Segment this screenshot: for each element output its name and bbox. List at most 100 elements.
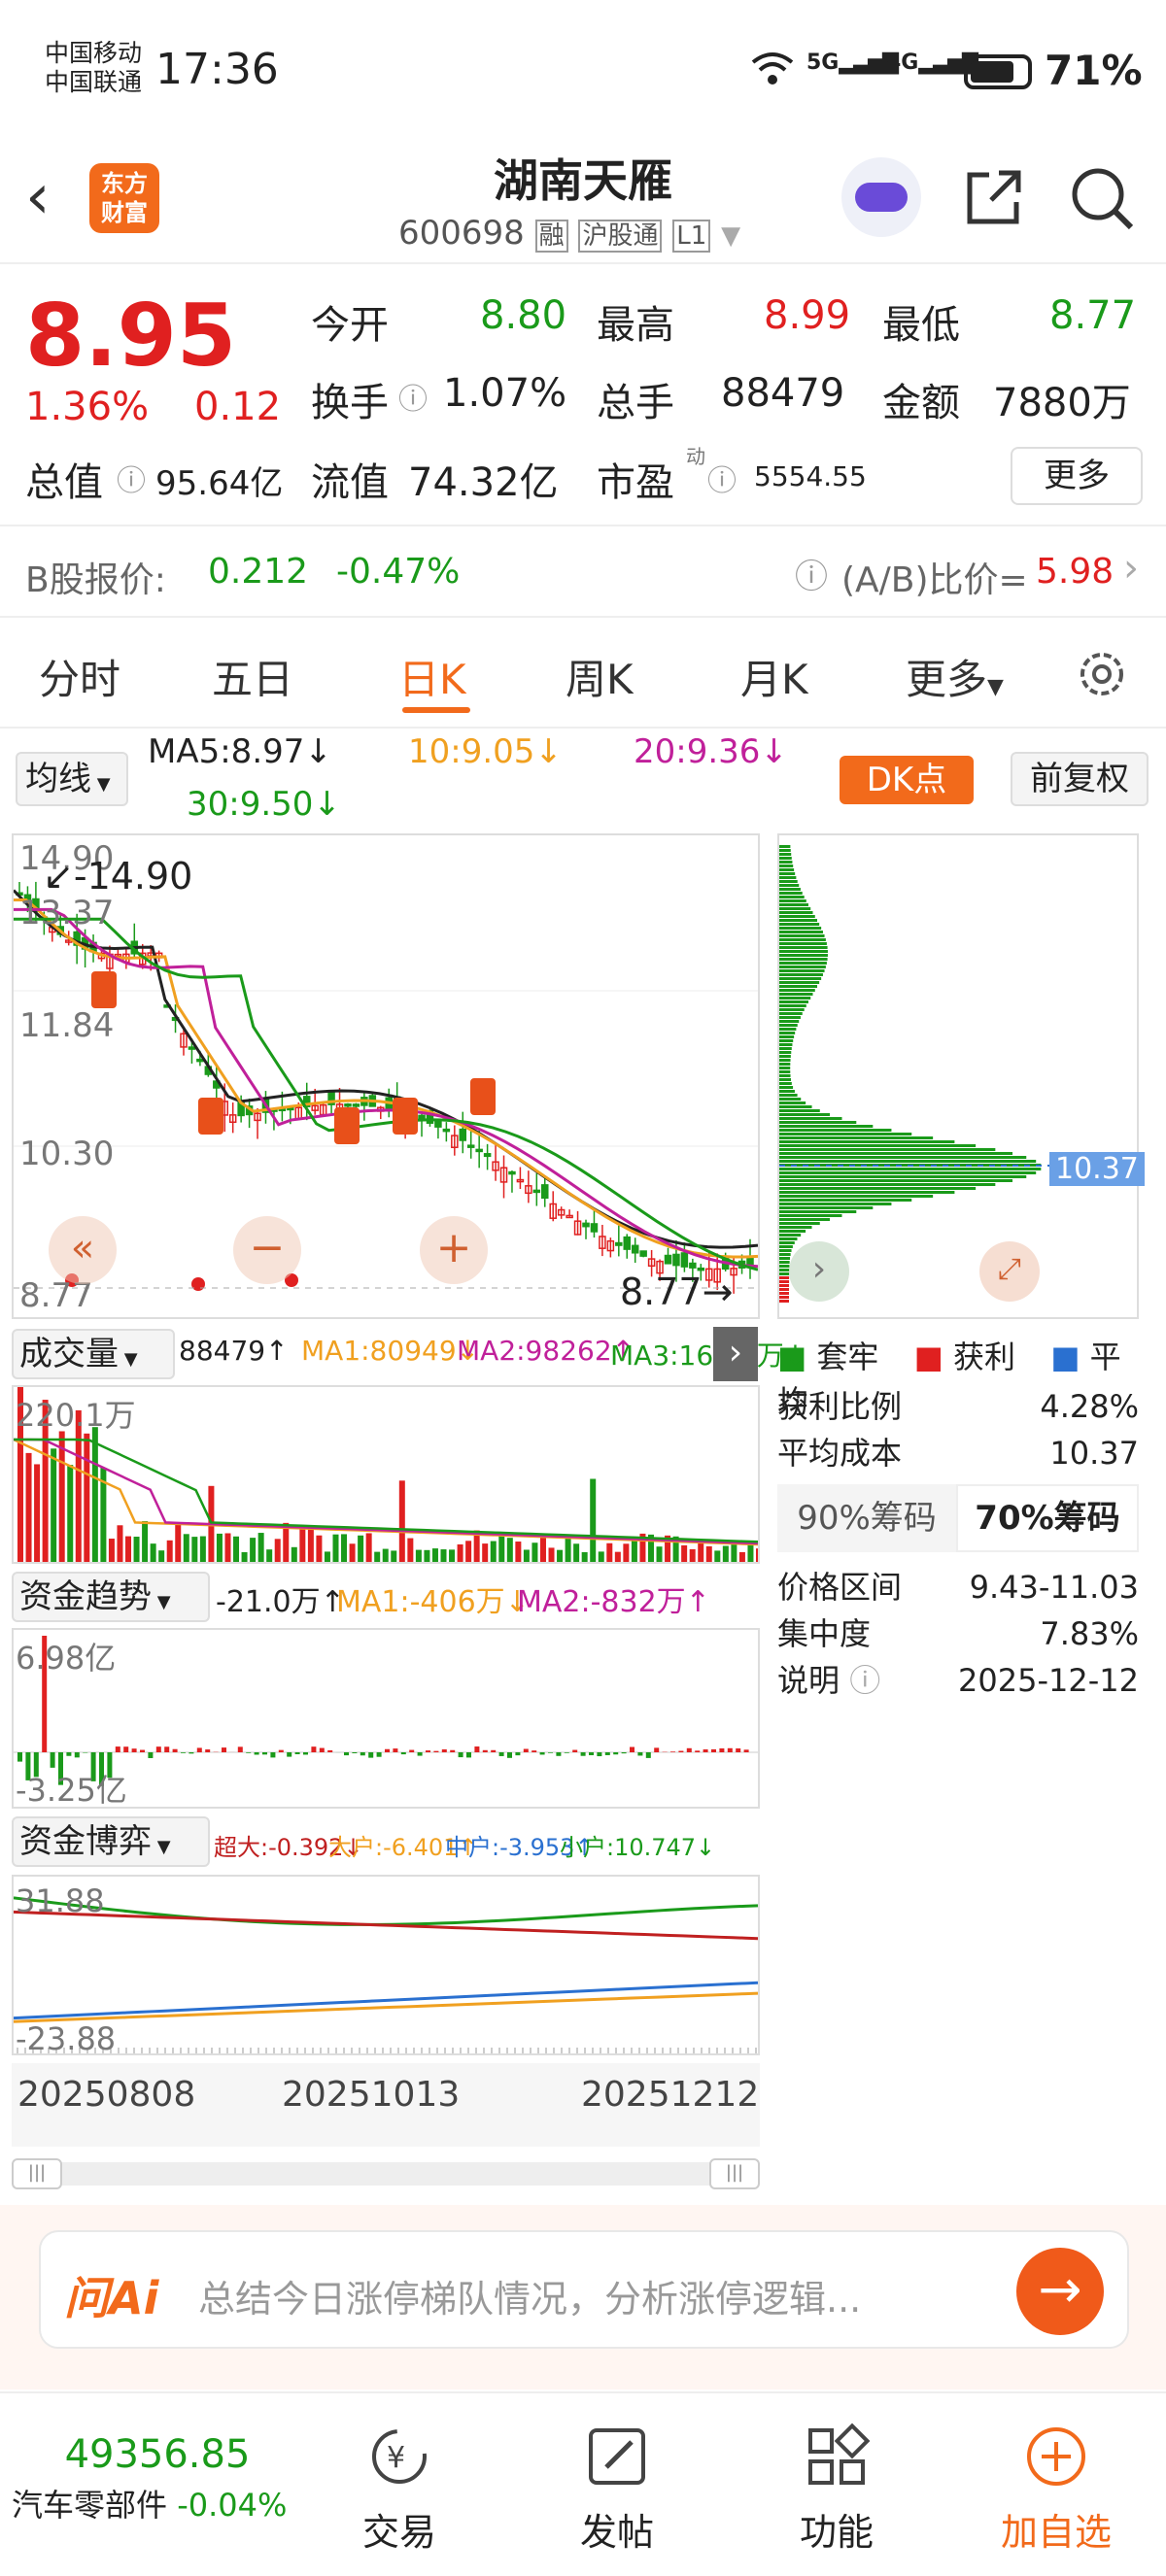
volume-bar xyxy=(91,1427,98,1562)
tab-more[interactable]: 更多▼ xyxy=(906,647,1004,706)
fund-bar xyxy=(548,1752,553,1753)
zoom-out-icon[interactable]: − xyxy=(233,1216,301,1284)
rewind-icon[interactable]: « xyxy=(49,1216,117,1284)
function-button[interactable]: 功能 xyxy=(764,2393,909,2556)
volume-chart[interactable]: 220.1万 xyxy=(12,1354,762,1564)
post-button[interactable]: 发帖 xyxy=(544,2393,690,2556)
zoom-in-icon[interactable]: + xyxy=(420,1216,488,1284)
candle-body xyxy=(615,1241,623,1246)
stock-code-row[interactable]: 600698 融 沪股通 L1 ▼ xyxy=(398,214,740,253)
tab-monthly-k[interactable]: 月K xyxy=(740,647,808,706)
volume-bar xyxy=(374,1551,381,1562)
fund-bar xyxy=(637,1752,643,1756)
fund-bar xyxy=(409,1749,415,1752)
chip-bar xyxy=(779,934,825,937)
open-value: 8.80 xyxy=(480,293,567,338)
volume-bar xyxy=(125,1536,132,1562)
avg-cost-tag: 10.37 xyxy=(1049,1152,1145,1186)
info-icon[interactable]: ⓘ xyxy=(398,375,428,418)
tab-minute[interactable]: 分时 xyxy=(39,647,120,706)
tab-chip-90[interactable]: 90%筹码 xyxy=(777,1484,956,1552)
volume-bar xyxy=(67,1465,74,1562)
chip-distribution[interactable]: 10.37 › ⤢ xyxy=(777,833,1145,1319)
fund-trend-chart[interactable]: 6.98亿 -3.25亿 xyxy=(12,1628,760,1809)
chip-bar xyxy=(779,1144,977,1147)
tab-daily-k[interactable]: 日K xyxy=(398,647,466,706)
fund-bar xyxy=(327,1749,333,1752)
fund-game-chart[interactable]: 31.88 -23.88 xyxy=(12,1875,760,2057)
share-icon[interactable] xyxy=(960,163,1028,235)
chip-bar xyxy=(779,1179,1013,1182)
volume-ma2: MA2:98262↑ xyxy=(457,1335,635,1367)
fund-trend-select[interactable]: 资金趋势 ▼ xyxy=(12,1572,210,1622)
fund-bar xyxy=(743,1749,749,1752)
moving-average-line xyxy=(14,898,759,1259)
range-handle-left[interactable]: ||| xyxy=(12,2158,62,2189)
kline-y3: 10.30 xyxy=(19,1135,115,1173)
chip-bar xyxy=(779,1051,792,1054)
dk-point-button[interactable]: DK点 xyxy=(840,756,974,804)
sector-index[interactable]: 49356.85 汽车零部件 -0.04% xyxy=(12,2432,303,2525)
more-button[interactable]: 更多 xyxy=(1011,447,1143,505)
volume-ma3: MA3:16.65万↓ xyxy=(610,1339,807,1372)
chip-bar xyxy=(779,946,828,949)
fund-bar xyxy=(319,1747,325,1752)
fund-trend-ma1: MA1:-406万↓ xyxy=(336,1585,530,1619)
chip-bar xyxy=(779,1148,996,1151)
volume-bar xyxy=(581,1551,588,1562)
volume-bar xyxy=(722,1545,729,1562)
date-start: 20250808 xyxy=(17,2075,196,2115)
turnover-value: 1.07% xyxy=(443,371,567,416)
assistant-avatar[interactable] xyxy=(841,157,921,237)
add-watchlist-button[interactable]: 加自选 xyxy=(983,2393,1129,2556)
fund-bar xyxy=(164,1746,170,1752)
volume-bar xyxy=(440,1549,447,1562)
adjust-select[interactable]: 前复权 xyxy=(1011,752,1149,806)
expand-icon[interactable]: ⤢ xyxy=(979,1241,1040,1302)
chip-bar xyxy=(779,1140,955,1143)
help-icon[interactable]: ⓘ xyxy=(795,550,828,597)
kline-chart[interactable]: 14.90 ↙-14.90 13.37 11.84 10.30 8.77 8.7… xyxy=(12,833,760,1319)
volume-select[interactable]: 成交量 ▼ xyxy=(12,1329,175,1379)
candle-body xyxy=(582,1222,590,1228)
settings-gear-icon[interactable] xyxy=(1073,645,1131,707)
send-arrow-icon[interactable]: → xyxy=(1016,2248,1104,2335)
chip-bar xyxy=(779,1028,797,1031)
fund-bar xyxy=(458,1752,463,1758)
volume-bar xyxy=(565,1536,571,1562)
chip-bar xyxy=(779,911,813,914)
fund-bar xyxy=(695,1750,701,1752)
volume-bar xyxy=(623,1543,630,1562)
volume-bar xyxy=(598,1551,604,1562)
chip-bar xyxy=(779,1203,892,1205)
ai-input[interactable]: 问Ai 总结今日涨停梯队情况，分析涨停逻辑... → xyxy=(39,2230,1129,2349)
trade-button[interactable]: ¥ 交易 xyxy=(326,2393,472,2556)
volume-bar xyxy=(166,1540,173,1562)
chip-bar xyxy=(779,1230,806,1233)
fund-bar xyxy=(393,1748,398,1752)
info-icon[interactable]: ⓘ xyxy=(707,457,737,499)
search-icon[interactable] xyxy=(1067,163,1137,237)
tab-weekly-k[interactable]: 周K xyxy=(566,647,634,706)
tab-chip-70[interactable]: 70%筹码 xyxy=(956,1484,1139,1552)
tab-five-day[interactable]: 五日 xyxy=(212,647,293,706)
chevron-right-icon[interactable]: › xyxy=(789,1241,849,1302)
bshare-row[interactable]: B股报价: 0.212 -0.47% ⓘ (A/B)比价= 5.98 › xyxy=(0,528,1166,618)
indicator-next-icon[interactable]: › xyxy=(713,1327,758,1381)
trade-icon: ¥ xyxy=(326,2393,472,2491)
fund-game-line xyxy=(13,1991,759,2023)
info-icon[interactable]: ⓘ xyxy=(117,457,146,499)
volume-bar xyxy=(573,1543,580,1562)
fund-bar xyxy=(352,1752,358,1753)
fund-game-select[interactable]: 资金博弈 ▼ xyxy=(12,1816,210,1867)
volume-bar xyxy=(216,1533,223,1562)
volume-bar xyxy=(681,1544,688,1562)
range-handle-right[interactable]: ||| xyxy=(709,2158,760,2189)
chip-bar xyxy=(779,845,791,848)
change-amount: 0.12 xyxy=(194,385,282,429)
indicator-select[interactable]: 均线 ▼ xyxy=(16,752,128,806)
chip-bar xyxy=(779,1113,831,1116)
range-scrollbar[interactable]: ||| ||| xyxy=(12,2158,760,2189)
chip-bar xyxy=(779,1175,1027,1178)
fund-bar xyxy=(466,1752,471,1758)
